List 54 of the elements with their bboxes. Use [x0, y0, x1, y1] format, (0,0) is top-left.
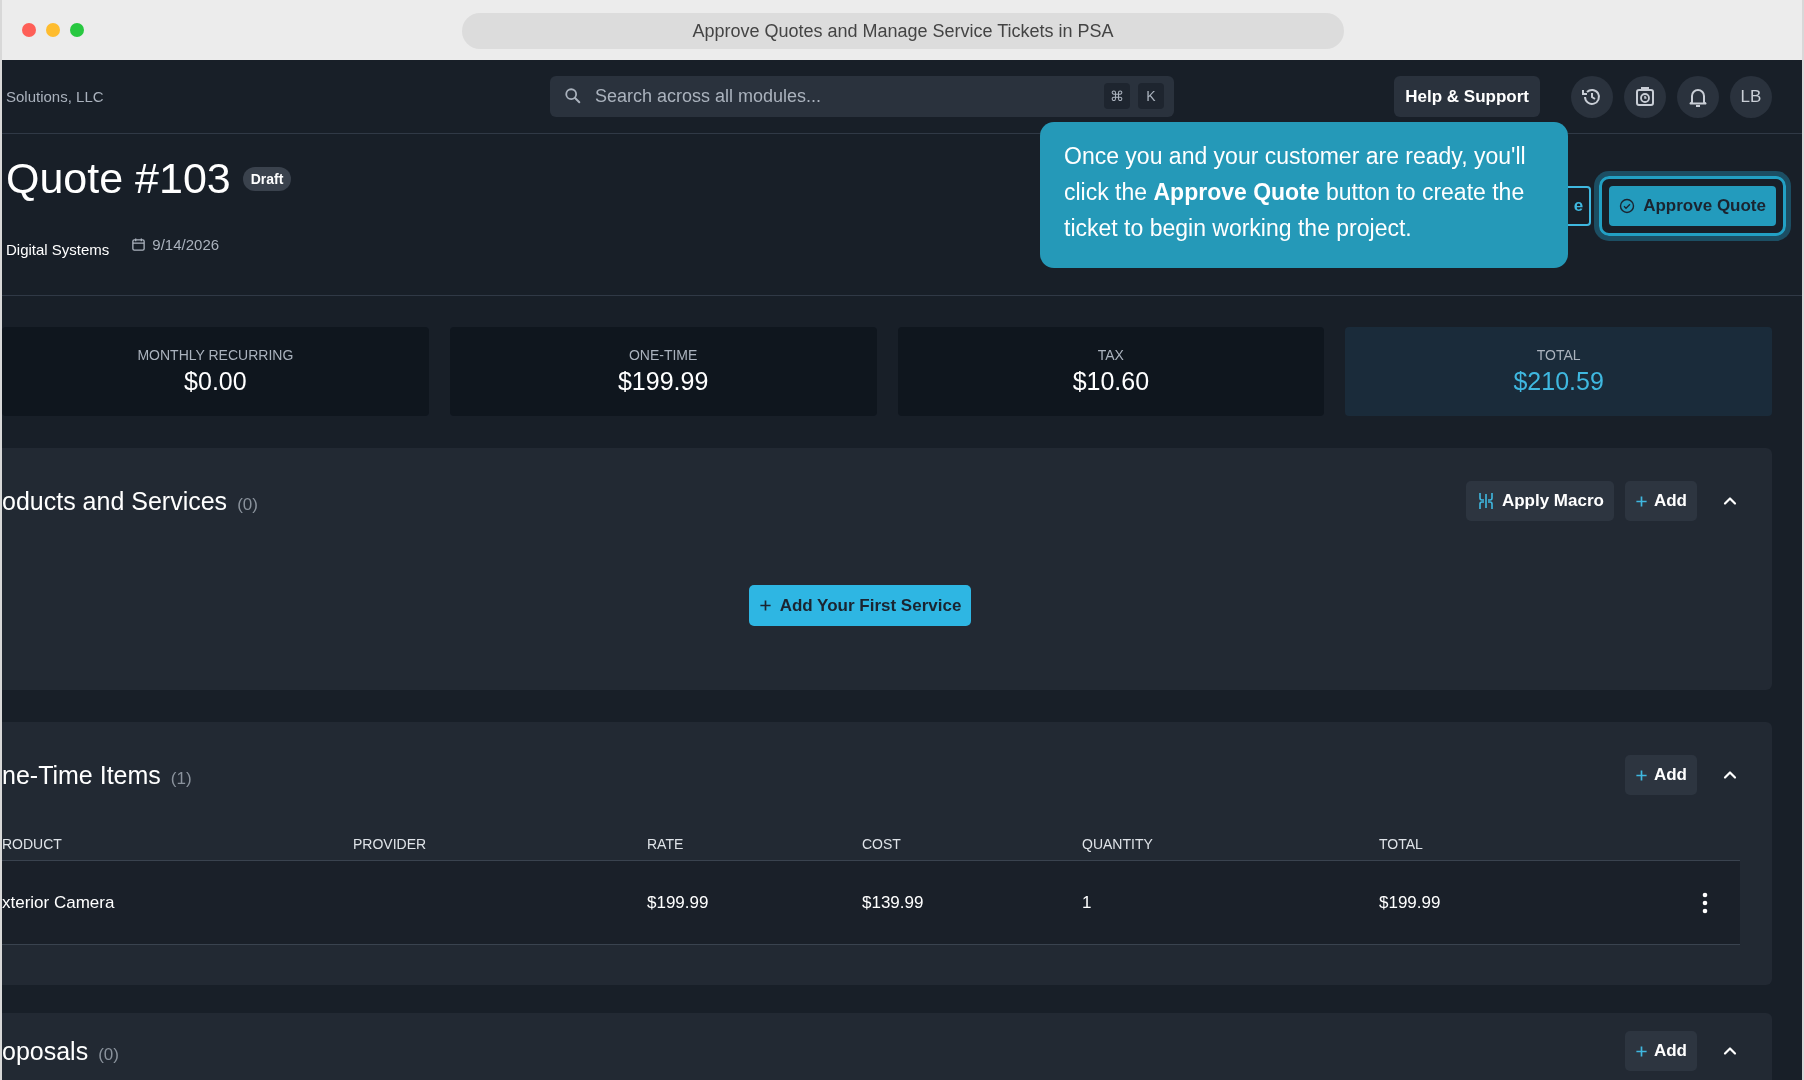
table-cell: xterior Camera: [2, 892, 115, 912]
quote-title: Quote #103: [6, 154, 231, 203]
column-header: RODUCT: [2, 836, 63, 852]
bell-icon[interactable]: [1677, 75, 1719, 118]
approve-quote-button[interactable]: Approve Quote: [1609, 186, 1776, 226]
column-header: PROVIDER: [353, 836, 428, 852]
summary-label: MONTHLY RECURRING: [137, 347, 294, 363]
column-header: QUANTITY: [1082, 836, 1154, 852]
calendar-icon: [131, 237, 147, 252]
apply-macro-button[interactable]: Apply Macro: [1465, 481, 1614, 521]
plus-icon: [1634, 1044, 1648, 1058]
summary-value: $210.59: [1513, 367, 1604, 396]
summary-value: $0.00: [184, 367, 247, 396]
summary-label: TOTAL: [1536, 347, 1581, 363]
item-count: (0): [237, 494, 258, 515]
plus-icon: [758, 599, 772, 612]
item-count: (0): [98, 1044, 119, 1065]
table-cell: $199.99: [647, 892, 709, 912]
plus-icon: [1634, 768, 1648, 782]
history-icon[interactable]: [1571, 75, 1613, 118]
plus-icon: [1634, 494, 1648, 508]
status-badge: Draft: [242, 166, 292, 191]
add-button[interactable]: Add: [1624, 481, 1697, 521]
timer-icon[interactable]: [1624, 75, 1666, 118]
table-cell: $139.99: [862, 892, 924, 912]
column-header: COST: [862, 836, 902, 852]
more-options-icon[interactable]: [1702, 891, 1708, 914]
summary-value: $10.60: [1072, 367, 1150, 396]
keyboard-key: K: [1138, 83, 1164, 109]
section-title: oposals: [2, 1036, 89, 1066]
search-icon: [564, 87, 582, 105]
table-cell: 1: [1082, 892, 1092, 912]
column-header: TOTAL: [1379, 836, 1424, 852]
quote-date: 9/14/2026: [152, 236, 220, 253]
summary-label: TAX: [1097, 347, 1124, 363]
item-count: (1): [170, 768, 192, 789]
user-avatar[interactable]: LB: [1730, 75, 1772, 118]
customer-name[interactable]: Digital Systems: [6, 241, 110, 258]
summary-label: ONE-TIME: [628, 347, 698, 363]
add-button[interactable]: Add: [1624, 1031, 1697, 1071]
help-support-button[interactable]: Help & Support: [1394, 76, 1540, 117]
check-circle-icon: [1619, 198, 1636, 214]
add-button[interactable]: Add: [1624, 755, 1697, 795]
keyboard-key: ⌘: [1104, 83, 1130, 109]
tooltip: Once you and your customer are ready, you'll click the Approve Quote button to create the ticket to begin working the project.: [1040, 122, 1568, 268]
close-icon[interactable]: [22, 23, 36, 37]
organization-name: Solutions, LLC: [5, 88, 105, 105]
window-title: Approve Quotes and Manage Service Tickets in PSA: [462, 13, 1344, 49]
table-cell: $199.99: [1379, 892, 1441, 912]
column-header: RATE: [647, 836, 685, 852]
section-title: ne-Time Items: [2, 760, 161, 790]
section-title: oducts and Services: [2, 486, 228, 516]
add-first-service-button[interactable]: Add Your First Service: [748, 585, 972, 626]
summary-value: $199.99: [617, 367, 709, 396]
